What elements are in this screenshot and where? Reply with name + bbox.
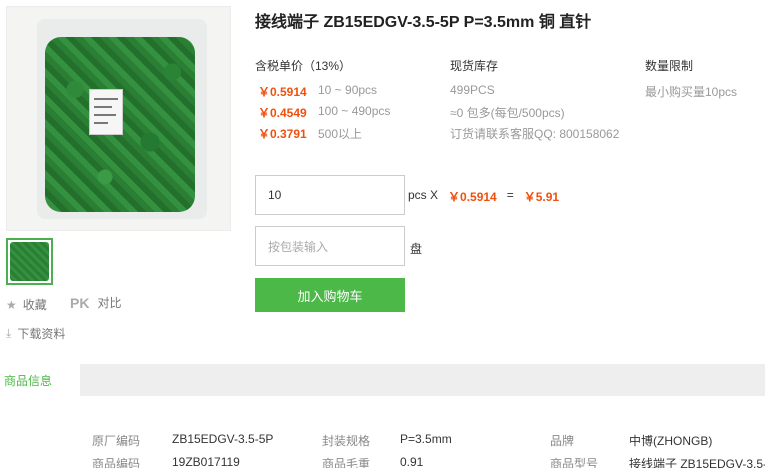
tier-price: ￥0.4549 [258, 106, 307, 120]
spec-value: 0.91 [400, 455, 424, 468]
price-header: 含税单价（13%） [255, 59, 352, 73]
stock-header: 现货库存 [450, 59, 499, 73]
favorite-label: 收藏 [22, 298, 47, 312]
spec-label: 品牌 [550, 434, 575, 448]
stock-quantity: 499PCS [450, 83, 495, 97]
total-price: ￥5.91 [523, 190, 560, 204]
quantity-calculation: pcs X ￥0.5914 = ￥5.91 [408, 188, 559, 205]
spec-label: 封装规格 [322, 434, 371, 448]
stock-package: ≈0 包多(每包/500pcs) [450, 106, 565, 120]
add-to-cart-button[interactable]: 加入购物车 [255, 278, 405, 312]
spec-value: 中博(ZHONGB) [629, 434, 713, 448]
limit-header: 数量限制 [645, 59, 694, 73]
tier-price: ￥0.3791 [258, 127, 307, 141]
tier-range: 500以上 [318, 127, 363, 141]
price-tier: ￥0.3791 500以上 [258, 125, 362, 142]
unit-x-label: pcs X [408, 188, 439, 202]
product-bag-label [89, 89, 123, 135]
spec-label: 商品型号 [550, 457, 599, 468]
quantity-input[interactable]: 10 [255, 175, 405, 215]
stock-contact: 订货请联系客服QQ: 800158062 [450, 127, 620, 141]
spec-label: 原厂编码 [92, 434, 141, 448]
download-label: 下载资料 [17, 327, 66, 341]
equals-sign: = [506, 188, 514, 202]
compare-label: 对比 [97, 296, 122, 310]
spec-label: 商品毛重 [322, 457, 371, 468]
package-input[interactable]: 按包装输入 [255, 226, 405, 266]
product-thumbnail[interactable] [6, 238, 53, 285]
download-action[interactable]: ⤓ 下载资料 [6, 325, 65, 342]
tab-product-info[interactable]: 商品信息 [0, 364, 80, 396]
limit-text: 最小购买量10pcs [645, 85, 738, 99]
spec-label: 商品编码 [92, 457, 141, 468]
spec-value: ZB15EDGV-3.5-5P [172, 432, 274, 446]
price-tier: ￥0.5914 10 ~ 90pcs [258, 83, 377, 100]
spec-value: 19ZB017119 [172, 455, 240, 468]
product-main-image [6, 6, 231, 231]
unit-price: ￥0.5914 [448, 190, 497, 204]
tier-range: 10 ~ 90pcs [318, 83, 378, 97]
tier-range: 100 ~ 490pcs [318, 104, 391, 118]
tier-price: ￥0.5914 [258, 85, 307, 99]
favorite-action[interactable]: ★ 收藏 [6, 296, 47, 313]
package-unit: 盘 [410, 242, 423, 256]
price-tier: ￥0.4549 100 ~ 490pcs [258, 104, 390, 121]
star-icon: ★ [6, 297, 17, 312]
pk-label: PK [70, 294, 90, 311]
spec-value: 接线端子 ZB15EDGV-3.5- [629, 457, 765, 468]
compare-action[interactable]: PK 对比 [70, 294, 121, 311]
spec-value: P=3.5mm [400, 432, 452, 446]
download-icon: ⤓ [6, 326, 12, 340]
detail-tab-bar: 商品信息 [0, 364, 765, 396]
product-title: 接线端子 ZB15EDGV-3.5-5P P=3.5mm 铜 直针 [255, 14, 592, 31]
